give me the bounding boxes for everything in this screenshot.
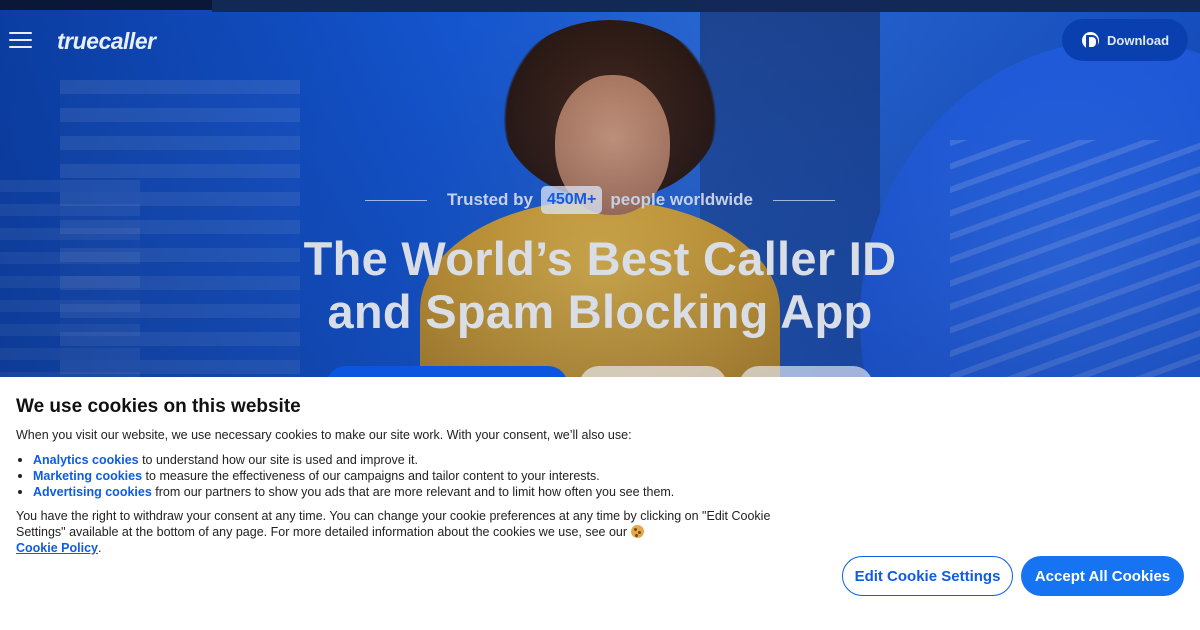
trusted-prefix: Trusted by xyxy=(447,190,533,209)
hamburger-menu-icon[interactable] xyxy=(9,32,33,50)
divider-line xyxy=(365,199,428,201)
marketing-cookies-link[interactable]: Marketing cookies xyxy=(33,469,142,483)
list-item: Analytics cookies to understand how our … xyxy=(17,452,674,468)
list-item-text: to measure the effectiveness of our camp… xyxy=(142,469,600,483)
headline-line-2: and Spam Blocking App xyxy=(327,285,873,338)
list-item: Advertising cookies from our partners to… xyxy=(17,484,675,500)
policy-suffix: . xyxy=(97,541,102,555)
accept-all-cookies-button[interactable]: Accept All Cookies xyxy=(1021,556,1184,596)
download-button[interactable]: Download xyxy=(1062,19,1188,61)
advertising-cookies-link[interactable]: Advertising cookies xyxy=(33,485,152,499)
truecaller-logo[interactable]: truecaller xyxy=(57,28,156,55)
list-item-text: to understand how our site is used and i… xyxy=(138,453,418,467)
rights-text: You have the right to withdraw your cons… xyxy=(16,509,771,539)
headline-line-1: The World’s Best Caller ID xyxy=(303,232,897,285)
cookie-banner-title: We use cookies on this website xyxy=(16,396,301,417)
consent-rights-text: You have the right to withdraw your cons… xyxy=(16,508,796,556)
hero-headline: The World’s Best Caller ID and Spam Bloc… xyxy=(0,232,1200,338)
cookie-types-list: Analytics cookies to understand how our … xyxy=(17,452,675,500)
cookie-intro-text: When you visit our website, we use neces… xyxy=(16,428,632,442)
trusted-by-line: Trusted by 450M+ people worldwide xyxy=(0,186,1200,214)
divider-line xyxy=(772,199,835,201)
list-item: Marketing cookies to measure the effecti… xyxy=(17,468,674,484)
user-count-badge: 450M+ xyxy=(540,186,603,214)
edit-cookie-settings-button[interactable]: Edit Cookie Settings xyxy=(842,556,1013,596)
cookie-policy-link[interactable]: Cookie Policy xyxy=(16,541,98,555)
download-label: Download xyxy=(1107,32,1170,48)
phone-icon xyxy=(1082,31,1099,49)
list-item-text: from our partners to show you ads that a… xyxy=(151,485,675,499)
trusted-suffix: people worldwide xyxy=(610,190,753,209)
cookie-icon xyxy=(630,525,644,538)
analytics-cookies-link[interactable]: Analytics cookies xyxy=(33,453,139,467)
cookie-consent-banner: We use cookies on this website When you … xyxy=(0,377,1200,630)
